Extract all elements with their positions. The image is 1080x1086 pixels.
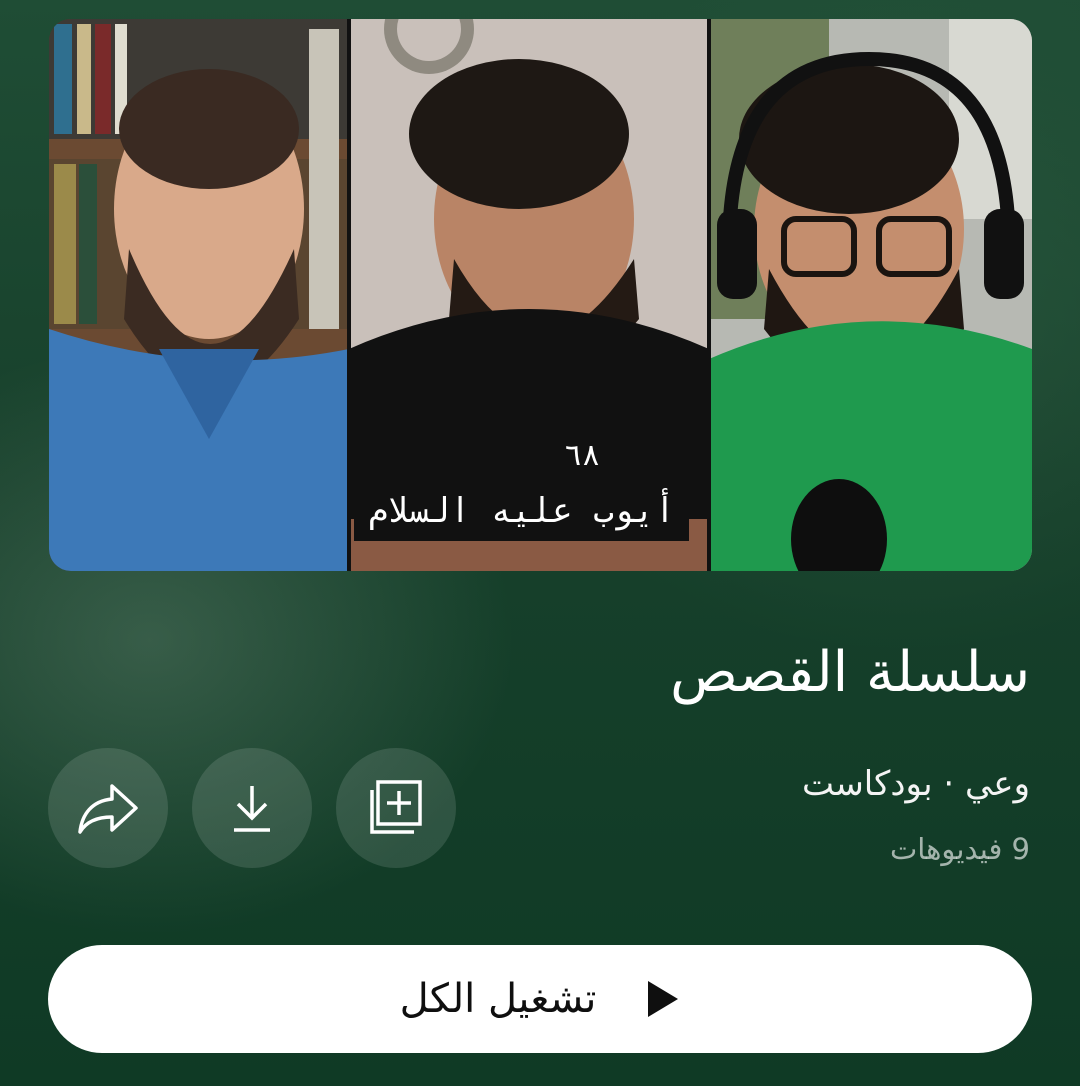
share-button[interactable] — [48, 748, 168, 868]
play-all-label: تشغيل الكل — [399, 976, 597, 1022]
episode-title: أيوب عليه السلام — [354, 481, 690, 541]
download-button[interactable] — [192, 748, 312, 868]
play-icon — [648, 981, 679, 1017]
download-icon — [234, 786, 270, 832]
share-icon — [78, 784, 138, 834]
channel-line[interactable]: وعي · بودكاست — [802, 760, 1030, 808]
playlist-title: سلسلة القصص — [670, 640, 1030, 705]
play-all-button[interactable]: تشغيل الكل — [48, 945, 1032, 1053]
video-count: 9 فيديوهات — [890, 832, 1030, 866]
episode-number: ٦٨ — [554, 435, 611, 477]
save-to-library-button[interactable] — [336, 748, 456, 868]
playlist-thumbnail[interactable]: ٦٨ أيوب عليه السلام — [49, 19, 1032, 571]
add-to-library-icon — [370, 780, 422, 834]
